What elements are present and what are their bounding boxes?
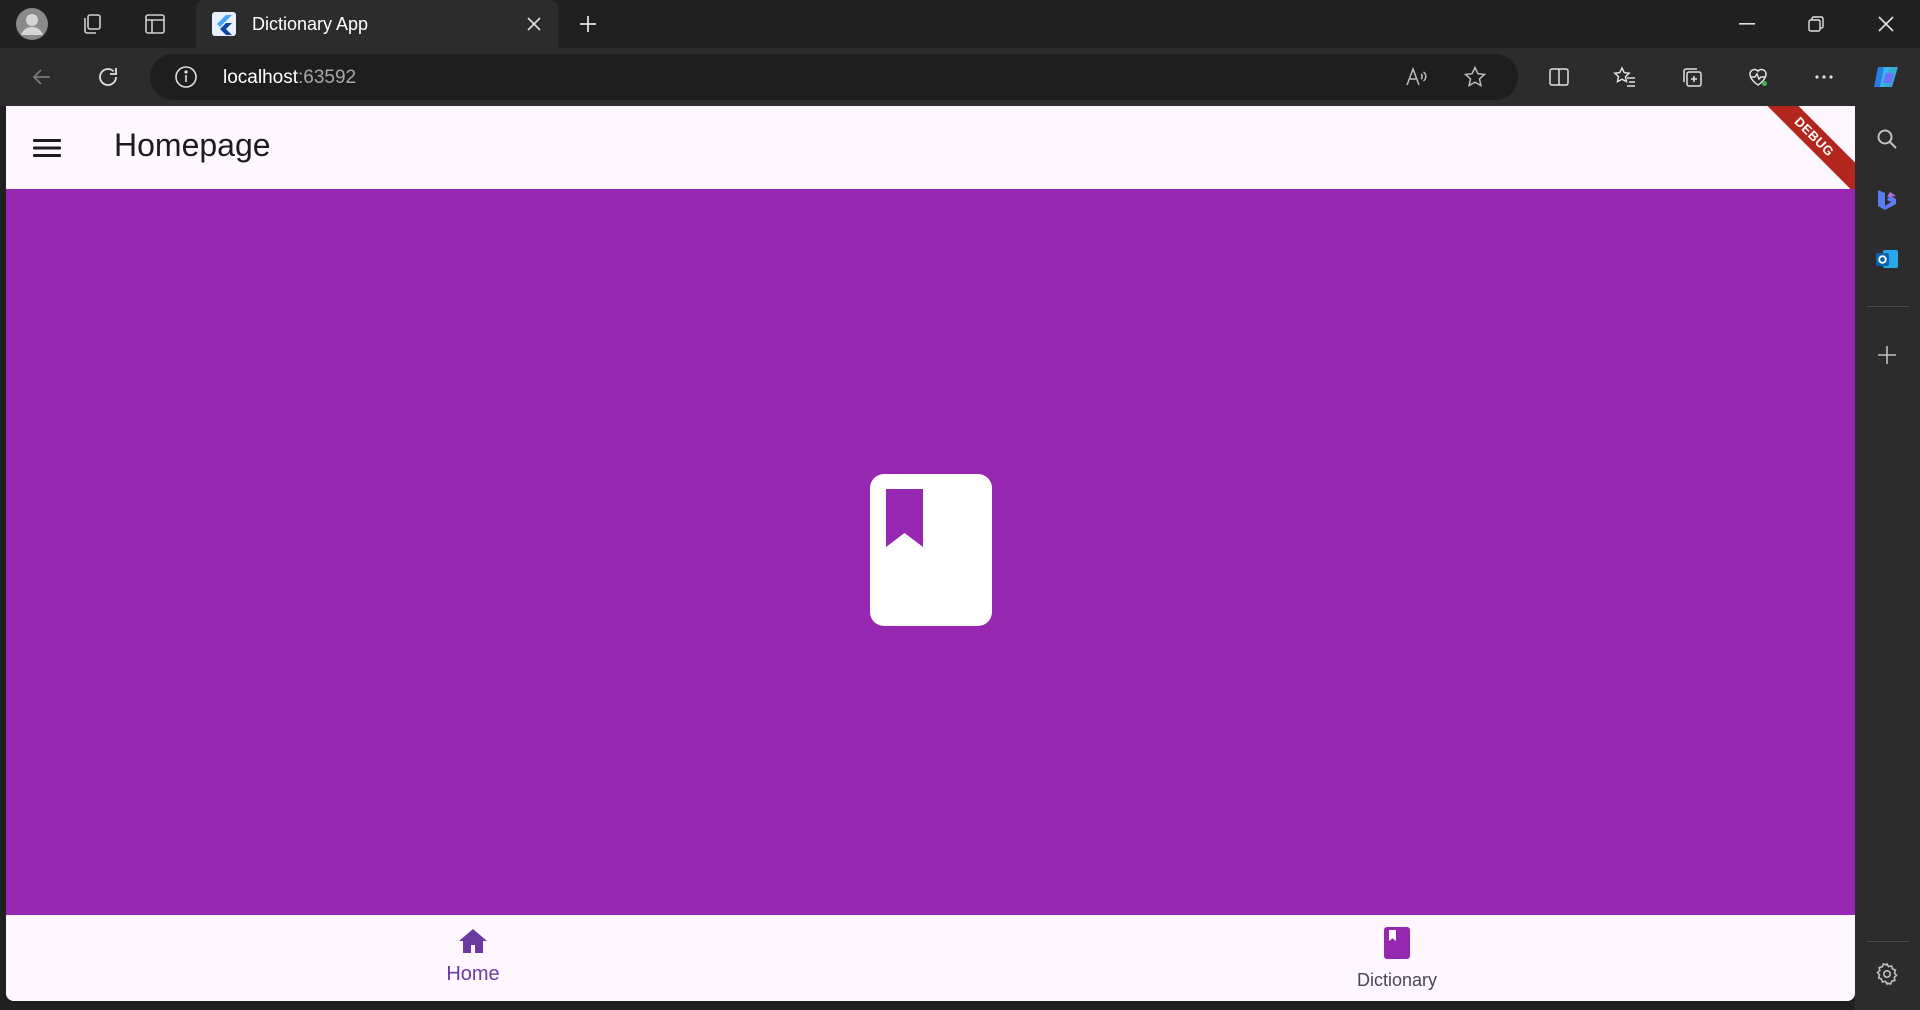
site-info-icon[interactable]	[174, 65, 198, 89]
tab-actions-icon[interactable]	[137, 6, 173, 42]
outlook-icon[interactable]	[1869, 241, 1905, 277]
sidebar-divider	[1867, 941, 1909, 942]
restore-icon[interactable]	[1782, 0, 1850, 48]
active-tab[interactable]: Dictionary App	[196, 0, 558, 48]
browser-tab-strip: Dictionary App	[0, 0, 1920, 48]
url-text: localhost:63592	[223, 67, 356, 89]
home-content-area	[6, 189, 1855, 915]
workspaces-icon[interactable]	[74, 6, 110, 42]
home-icon	[457, 927, 489, 960]
web-viewport: Homepage DEBUG Home Dictionary	[6, 106, 1855, 1001]
close-tab-icon[interactable]	[522, 12, 546, 36]
browser-essentials-icon[interactable]	[1740, 59, 1776, 95]
new-tab-icon[interactable]	[570, 6, 606, 42]
split-screen-icon[interactable]	[1541, 59, 1577, 95]
back-icon[interactable]	[24, 59, 60, 95]
address-bar[interactable]: localhost:63592	[150, 54, 1518, 100]
favorite-star-icon[interactable]	[1463, 65, 1487, 89]
nav-item-dictionary[interactable]: Dictionary	[1247, 915, 1547, 1001]
nav-label-dictionary: Dictionary	[1356, 970, 1438, 990]
book-icon	[1384, 927, 1410, 964]
favorites-icon[interactable]	[1607, 59, 1643, 95]
url-host: localhost	[223, 67, 298, 88]
settings-gear-icon[interactable]	[1869, 956, 1905, 992]
bottom-navigation-bar: Home Dictionary	[6, 915, 1855, 1001]
browser-toolbar: localhost:63592	[0, 48, 1920, 106]
collections-icon[interactable]	[1674, 59, 1710, 95]
refresh-icon[interactable]	[90, 59, 126, 95]
url-port: :63592	[298, 67, 357, 88]
page-title: Homepage	[114, 127, 271, 163]
copilot-icon[interactable]	[1868, 59, 1904, 95]
app-bar: Homepage DEBUG	[6, 106, 1855, 205]
browser-sidebar	[1855, 106, 1920, 1010]
profile-avatar-icon[interactable]	[14, 6, 50, 42]
nav-item-home[interactable]: Home	[323, 915, 623, 1001]
tab-title: Dictionary App	[252, 14, 369, 34]
read-aloud-icon[interactable]	[1404, 65, 1428, 89]
book-bookmark-icon	[869, 473, 992, 631]
search-icon[interactable]	[1869, 121, 1905, 157]
flutter-favicon-icon	[212, 12, 236, 36]
menu-hamburger-icon[interactable]	[29, 130, 65, 166]
more-options-icon[interactable]	[1806, 59, 1842, 95]
bing-icon[interactable]	[1869, 181, 1905, 217]
sidebar-divider	[1867, 306, 1909, 307]
minimize-icon[interactable]	[1713, 0, 1781, 48]
close-window-icon[interactable]	[1852, 0, 1920, 48]
nav-label-home: Home	[446, 963, 500, 985]
add-sidebar-app-icon[interactable]	[1869, 337, 1905, 373]
